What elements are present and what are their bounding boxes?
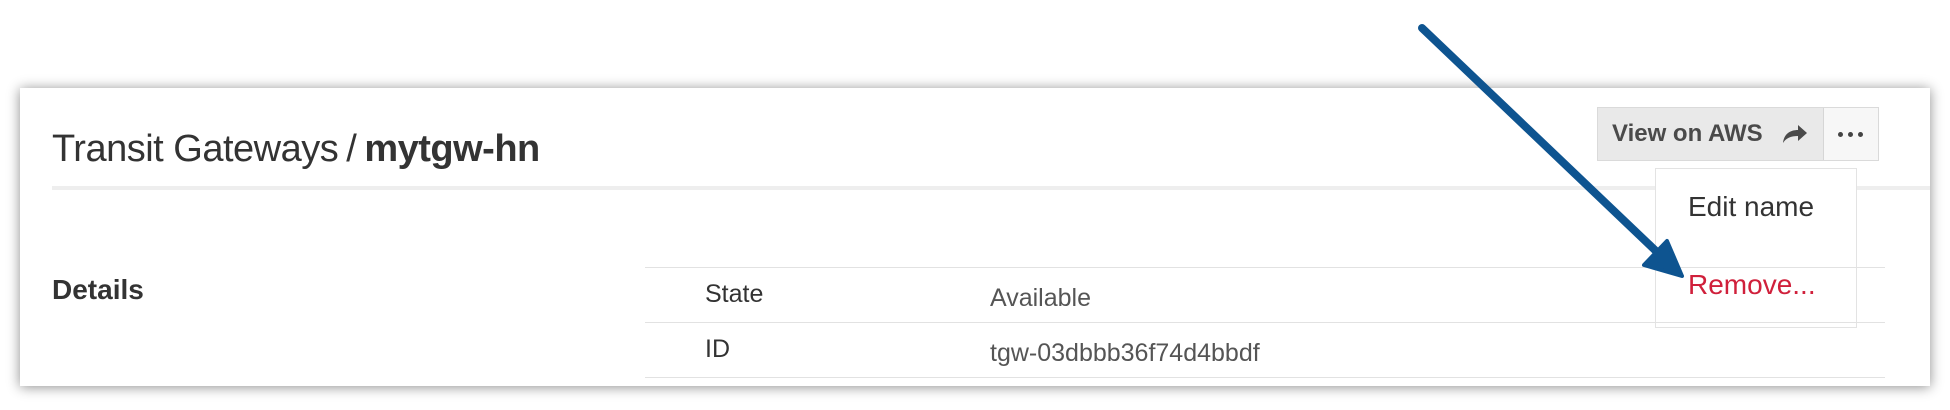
breadcrumb-separator: / <box>346 128 357 170</box>
breadcrumb-parent-link[interactable]: Transit Gateways <box>52 128 339 170</box>
details-value: Available <box>990 284 1092 312</box>
header-button-group: View on AWS <box>1597 107 1879 161</box>
more-actions-button[interactable] <box>1823 108 1878 160</box>
title-divider <box>52 186 1930 190</box>
ellipsis-dot <box>1848 131 1854 137</box>
view-on-aws-button[interactable]: View on AWS <box>1598 108 1824 160</box>
page-title: Transit Gateways / mytgw-hn <box>52 126 540 172</box>
ellipsis-icon <box>1838 131 1844 137</box>
menu-item-edit-name[interactable]: Edit name <box>1688 191 1814 223</box>
details-section-title: Details <box>52 274 144 305</box>
breadcrumb-current: mytgw-hn <box>364 128 540 170</box>
transit-gateway-detail-card: Transit Gateways / mytgw-hn View on AWS Ed… <box>20 88 1930 386</box>
details-row-state: State Available <box>645 267 1885 322</box>
details-value: tgw-03dbbb36f74d4bbdf <box>990 339 1260 367</box>
share-arrow-icon <box>1782 125 1807 143</box>
details-table: State Available ID tgw-03dbbb36f74d4bbdf <box>645 267 1885 378</box>
view-on-aws-label: View on AWS <box>1612 120 1763 147</box>
ellipsis-dot <box>1858 131 1864 137</box>
details-key: State <box>705 280 764 308</box>
details-key: ID <box>705 335 730 363</box>
details-row-id: ID tgw-03dbbb36f74d4bbdf <box>645 322 1885 378</box>
